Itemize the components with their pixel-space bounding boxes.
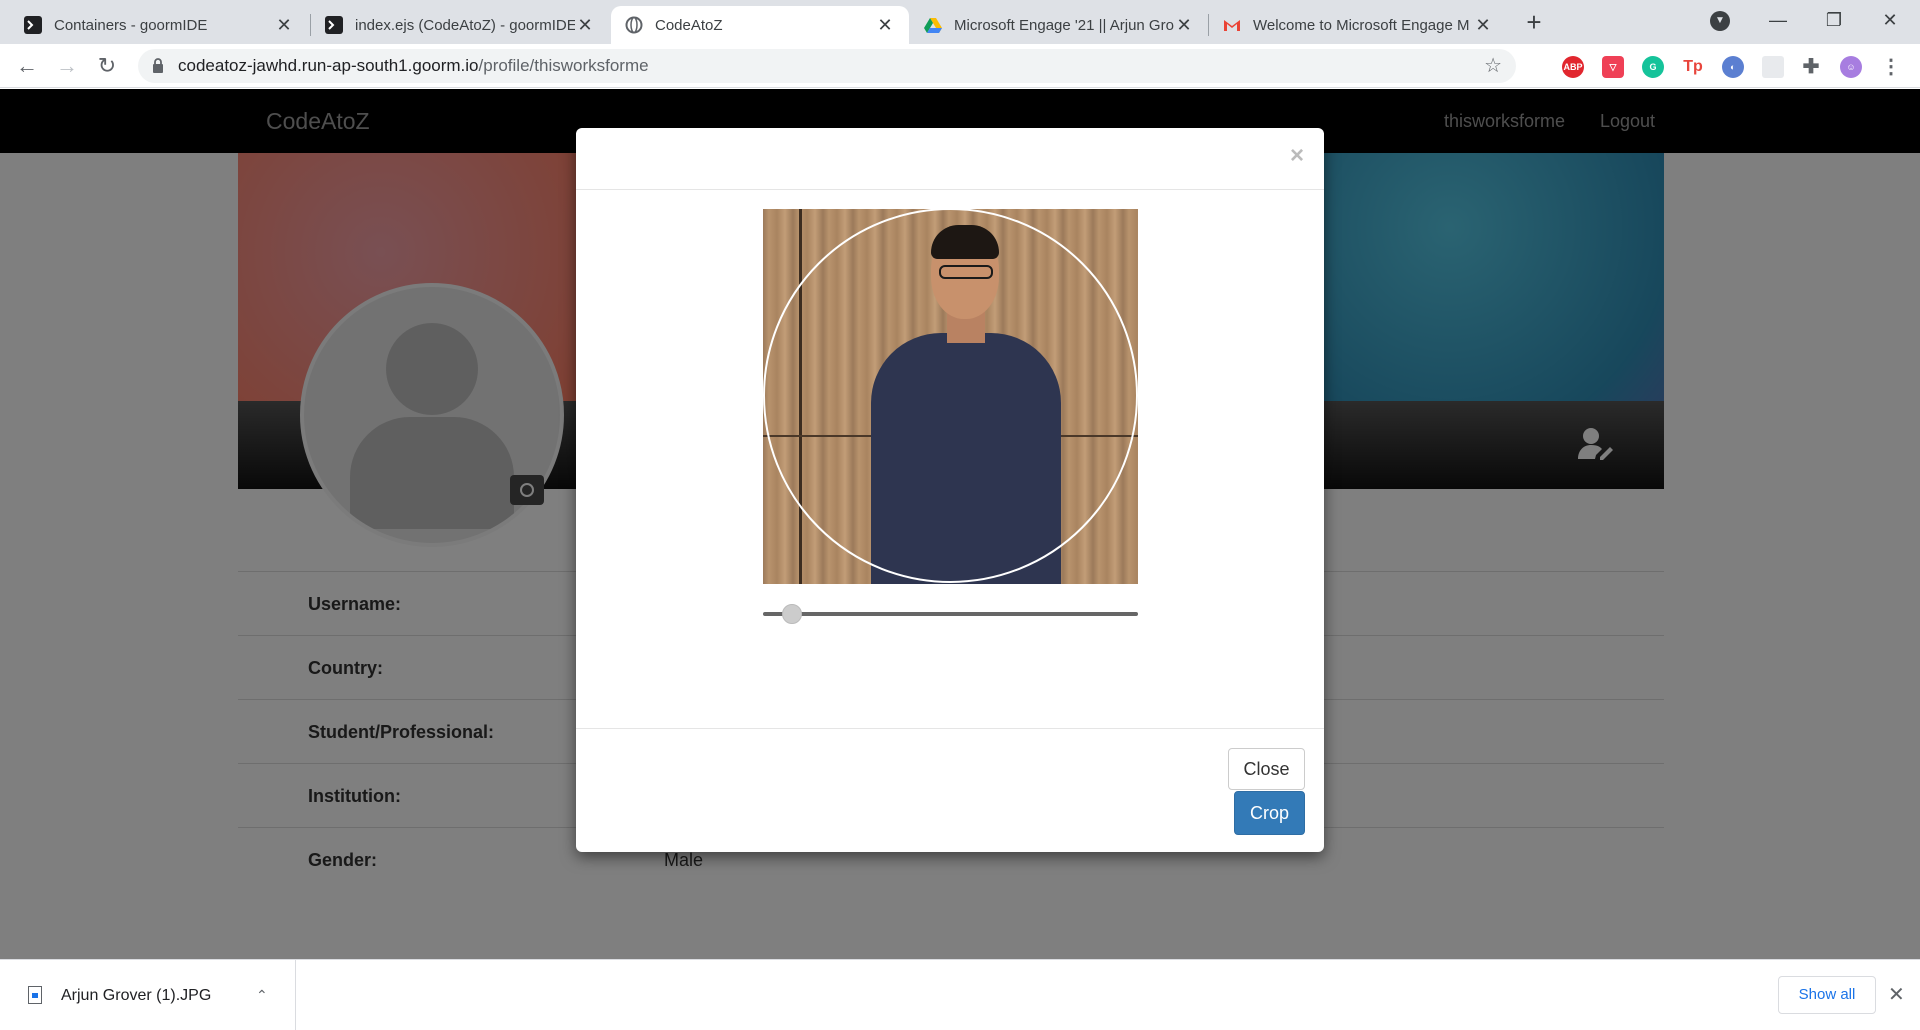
lock-icon[interactable] [152,58,164,73]
reload-icon[interactable]: ↻ [92,51,122,81]
close-tab-icon[interactable]: ✕ [575,15,595,36]
image-file-icon [28,986,42,1004]
close-tab-icon[interactable]: ✕ [1473,15,1493,36]
close-tab-icon[interactable]: ✕ [274,15,294,36]
tp-extension-icon[interactable]: Tp [1682,56,1704,78]
modal-close-x-icon[interactable]: × [1290,142,1304,170]
modal-header: × [576,128,1324,190]
browser-toolbar: ← → ↻ codeatoz-jawhd.run-ap-south1.goorm… [0,44,1920,88]
google-drive-icon [924,16,942,34]
address-bar[interactable]: codeatoz-jawhd.run-ap-south1.goorm.io/pr… [138,49,1516,83]
back-icon[interactable]: ← [12,51,42,81]
tab-title: Microsoft Engage '21 || Arjun Gro [954,16,1174,34]
close-tab-icon[interactable]: ✕ [875,15,895,36]
url-text[interactable]: codeatoz-jawhd.run-ap-south1.goorm.io/pr… [178,49,649,83]
menu-kebab-icon[interactable]: ⋮ [1880,56,1902,78]
minimize-button[interactable]: — [1750,0,1806,40]
terminal-icon [24,16,42,34]
forward-icon[interactable]: → [52,51,82,81]
tab-containers[interactable]: Containers - goormIDE ✕ [10,6,308,44]
close-downloads-icon[interactable]: ✕ [1888,960,1905,1030]
gmail-icon [1223,16,1241,34]
zoom-slider-handle[interactable] [782,604,802,624]
tab-title: Containers - goormIDE [54,16,208,34]
blue-extension-icon[interactable]: ◐ [1722,56,1744,78]
tab-title: CodeAtoZ [655,16,723,34]
download-item[interactable]: Arjun Grover (1).JPG ⌃ [0,960,296,1030]
adblock-extension-icon[interactable]: ABP [1562,56,1584,78]
close-tab-icon[interactable]: ✕ [1174,15,1194,36]
blank-extension-icon[interactable] [1762,56,1784,78]
profile-avatar-icon[interactable]: ☺ [1840,56,1862,78]
restore-button[interactable]: ❐ [1806,0,1862,40]
extensions-puzzle-icon[interactable]: ✚ [1800,56,1822,78]
modal-footer: Close Crop [576,728,1324,852]
browser-tab-strip: Containers - goormIDE ✕ index.ejs (CodeA… [0,0,1920,44]
page-content: CodeAtoZ thisworksforme Logout Username:… [0,89,1920,959]
tab-codeatoz[interactable]: CodeAtoZ ✕ [611,6,909,44]
globe-icon [625,16,643,34]
url-host: codeatoz-jawhd.run-ap-south1.goorm.io [178,56,479,75]
grammarly-extension-icon[interactable]: G [1642,56,1664,78]
url-path: /profile/thisworksforme [478,56,649,75]
crop-area[interactable] [763,209,1138,584]
tab-title: index.ejs (CodeAtoZ) - goormIDE [355,16,575,34]
downloads-bar: Arjun Grover (1).JPG ⌃ Show all ✕ [0,959,1920,1030]
close-button[interactable]: Close [1228,748,1305,790]
zoom-slider-track[interactable] [763,612,1138,616]
chevron-up-icon[interactable]: ⌃ [256,960,268,1030]
show-all-button[interactable]: Show all [1778,976,1876,1014]
window-close-button[interactable]: ✕ [1862,0,1918,40]
tab-index-ejs[interactable]: index.ejs (CodeAtoZ) - goormIDE ✕ [311,6,609,44]
tab-search-icon[interactable]: ▼ [1710,11,1730,31]
download-file-name[interactable]: Arjun Grover (1).JPG [61,960,211,1030]
tab-welcome-gmail[interactable]: Welcome to Microsoft Engage M ✕ [1209,6,1507,44]
crop-button[interactable]: Crop [1234,791,1305,835]
new-tab-button[interactable]: + [1518,6,1550,38]
tab-title: Welcome to Microsoft Engage M [1253,16,1470,34]
crop-circle-viewport[interactable] [763,209,1138,583]
tab-microsoft-engage-drive[interactable]: Microsoft Engage '21 || Arjun Gro ✕ [910,6,1208,44]
pocket-extension-icon[interactable]: ▽ [1602,56,1624,78]
bookmark-star-icon[interactable]: ☆ [1484,49,1502,83]
crop-modal: × Close Crop [576,128,1324,852]
terminal-icon [325,16,343,34]
